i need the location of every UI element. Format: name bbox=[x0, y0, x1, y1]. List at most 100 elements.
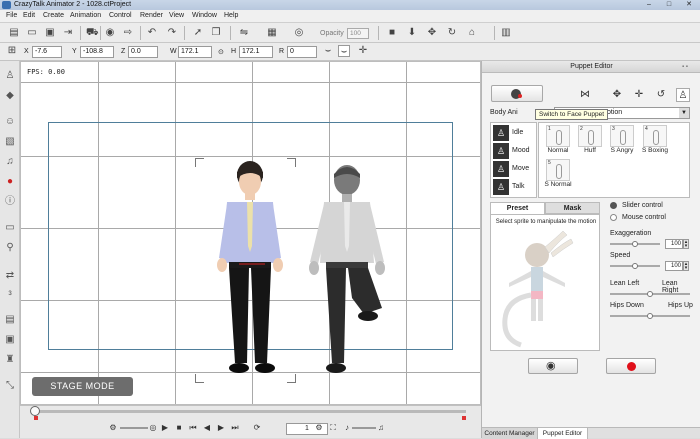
speed-spinner[interactable]: ▴ ▾ bbox=[683, 261, 689, 271]
prev-frame-button[interactable]: ◀ bbox=[202, 423, 212, 433]
menu-view[interactable]: View bbox=[169, 12, 184, 19]
lean-slider[interactable] bbox=[610, 291, 690, 297]
selection-corner-tl[interactable] bbox=[195, 158, 204, 167]
tab-content-manager[interactable]: Content Manager bbox=[482, 428, 538, 439]
motion-item[interactable]: 5S Normal bbox=[541, 159, 575, 193]
clip-icon[interactable]: ▣ bbox=[3, 333, 17, 347]
swap-icon[interactable]: ⇄ bbox=[3, 269, 17, 283]
boy-actor[interactable] bbox=[207, 158, 293, 384]
loop-toggle-icon[interactable]: ⟳ bbox=[252, 423, 262, 433]
exaggeration-input[interactable]: 100 bbox=[665, 239, 683, 249]
3d-icon[interactable]: ³ bbox=[3, 289, 17, 303]
store-icon[interactable]: ⛟ bbox=[86, 27, 99, 39]
panel-pin-icon[interactable]: ▪ ▪ bbox=[682, 64, 688, 70]
category-talk[interactable]: ♙ Talk bbox=[492, 178, 536, 196]
volume-slider[interactable] bbox=[352, 427, 376, 429]
new-icon[interactable]: ▤ bbox=[8, 27, 20, 39]
category-move[interactable]: ♙ Move bbox=[492, 160, 536, 178]
layer-icon[interactable]: ▦ bbox=[266, 27, 278, 39]
category-mood[interactable]: ♙ Mood bbox=[492, 142, 536, 160]
z-input[interactable]: 0.0 bbox=[128, 46, 158, 58]
move-icon[interactable]: ✥ bbox=[426, 27, 438, 39]
transform-mode-icon[interactable]: ⊞ bbox=[6, 45, 18, 57]
selection-corner-bl[interactable] bbox=[195, 374, 204, 383]
prop-icon[interactable]: ◆ bbox=[3, 89, 17, 103]
mouse-control-radio[interactable] bbox=[610, 214, 617, 221]
move-down-icon[interactable]: ⬇ bbox=[406, 27, 418, 39]
tab-preset[interactable]: Preset bbox=[490, 202, 545, 214]
hips-knob[interactable] bbox=[647, 313, 653, 319]
redo-icon[interactable]: ↷ bbox=[166, 27, 178, 39]
puppet-mannequin[interactable] bbox=[497, 229, 595, 349]
curve-icon[interactable]: ⌣ bbox=[322, 45, 334, 57]
camera-icon[interactable]: ■ bbox=[386, 27, 398, 39]
exaggeration-knob[interactable] bbox=[632, 241, 638, 247]
hips-slider[interactable] bbox=[610, 313, 690, 319]
sprite-selector[interactable]: Select sprite to manipulate the motion bbox=[490, 214, 600, 351]
menu-edit[interactable]: Edit bbox=[23, 12, 35, 19]
puppet-icon[interactable]: ♜ bbox=[3, 353, 17, 367]
layout-icon[interactable]: ▭ bbox=[3, 221, 17, 235]
face-icon[interactable]: ☺ bbox=[3, 115, 17, 129]
play-button[interactable]: ▶ bbox=[160, 423, 170, 433]
menu-window[interactable]: Window bbox=[192, 12, 217, 19]
save-icon[interactable]: ▣ bbox=[44, 27, 56, 39]
rotate-icon[interactable]: ↻ bbox=[446, 27, 458, 39]
minimize-button[interactable]: – bbox=[640, 0, 658, 10]
timeline-playhead[interactable] bbox=[30, 406, 40, 416]
pivot-icon[interactable]: ✛ bbox=[357, 45, 369, 57]
first-frame-button[interactable]: ⏮ bbox=[188, 423, 198, 433]
motion-item[interactable]: 4S Boxing bbox=[639, 125, 671, 159]
timeline-icon[interactable]: ▥ bbox=[500, 27, 512, 39]
maximize-button[interactable]: □ bbox=[660, 0, 678, 10]
visibility-icon[interactable]: ◎ bbox=[293, 27, 305, 39]
move-all-icon[interactable]: ✥ bbox=[610, 88, 624, 102]
music-icon[interactable]: ♫ bbox=[3, 155, 17, 169]
h-input[interactable]: 172.1 bbox=[239, 46, 273, 58]
tab-puppet-editor[interactable]: Puppet Editor bbox=[538, 428, 588, 439]
speed-slider[interactable] bbox=[120, 427, 148, 429]
ghost-actor[interactable] bbox=[304, 158, 390, 384]
lean-knob[interactable] bbox=[647, 291, 653, 297]
reset-icon[interactable]: ↺ bbox=[654, 88, 668, 102]
menu-file[interactable]: File bbox=[6, 12, 17, 19]
body-puppet-icon[interactable]: ♙ bbox=[676, 88, 690, 102]
motion-item[interactable]: 3S Angry bbox=[607, 125, 637, 159]
stage-canvas[interactable]: FPS: 0.00 STAGE MODE bbox=[20, 61, 481, 405]
settings-icon[interactable]: ⚙ bbox=[314, 423, 324, 433]
image-icon[interactable]: ▧ bbox=[3, 135, 17, 149]
face-puppet-button[interactable] bbox=[491, 85, 543, 102]
mirror-icon[interactable]: ⋈ bbox=[578, 88, 592, 102]
exaggeration-slider[interactable] bbox=[610, 241, 660, 247]
close-button[interactable]: ✕ bbox=[680, 0, 698, 10]
slider-control-radio[interactable] bbox=[610, 202, 617, 209]
volume-icon[interactable]: ♪ bbox=[342, 423, 352, 433]
opacity-input[interactable]: 100 bbox=[347, 28, 369, 39]
motion-item[interactable]: 1 Normal bbox=[543, 125, 573, 159]
category-idle[interactable]: ♙ Idle bbox=[492, 124, 536, 142]
exaggeration-spinner[interactable]: ▴ ▾ bbox=[683, 239, 689, 249]
stage-mode-button[interactable]: STAGE MODE bbox=[32, 377, 133, 396]
preview-button[interactable]: ◉ bbox=[528, 358, 578, 374]
menu-animation[interactable]: Animation bbox=[70, 12, 101, 19]
undo-icon[interactable]: ↶ bbox=[146, 27, 158, 39]
w-input[interactable]: 172.1 bbox=[178, 46, 212, 58]
speed-input[interactable]: 100 bbox=[665, 261, 683, 271]
r-input[interactable]: 0 bbox=[287, 46, 317, 58]
chevron-down-icon[interactable]: ▼ bbox=[679, 108, 689, 118]
menu-render[interactable]: Render bbox=[140, 12, 163, 19]
select-icon[interactable]: ➚ bbox=[192, 27, 204, 39]
y-input[interactable]: -108.8 bbox=[80, 46, 114, 58]
script-icon[interactable]: ▤ bbox=[3, 313, 17, 327]
loop-icon[interactable]: ◎ bbox=[148, 423, 158, 433]
actor-icon[interactable]: ♙ bbox=[3, 69, 17, 83]
record-voice-icon[interactable]: ● bbox=[3, 175, 17, 189]
flip-icon[interactable]: ⇋ bbox=[238, 27, 250, 39]
preview-icon[interactable]: ◉ bbox=[104, 27, 116, 39]
fullscreen-icon[interactable]: ⛶ bbox=[328, 423, 338, 433]
info-icon[interactable]: ⓘ bbox=[3, 195, 17, 209]
lock-ratio-icon[interactable]: ⊙ bbox=[218, 48, 224, 56]
timeline-track[interactable] bbox=[34, 410, 466, 413]
home-icon[interactable]: ⌂ bbox=[466, 27, 478, 39]
move-part-icon[interactable]: ✛ bbox=[632, 88, 646, 102]
